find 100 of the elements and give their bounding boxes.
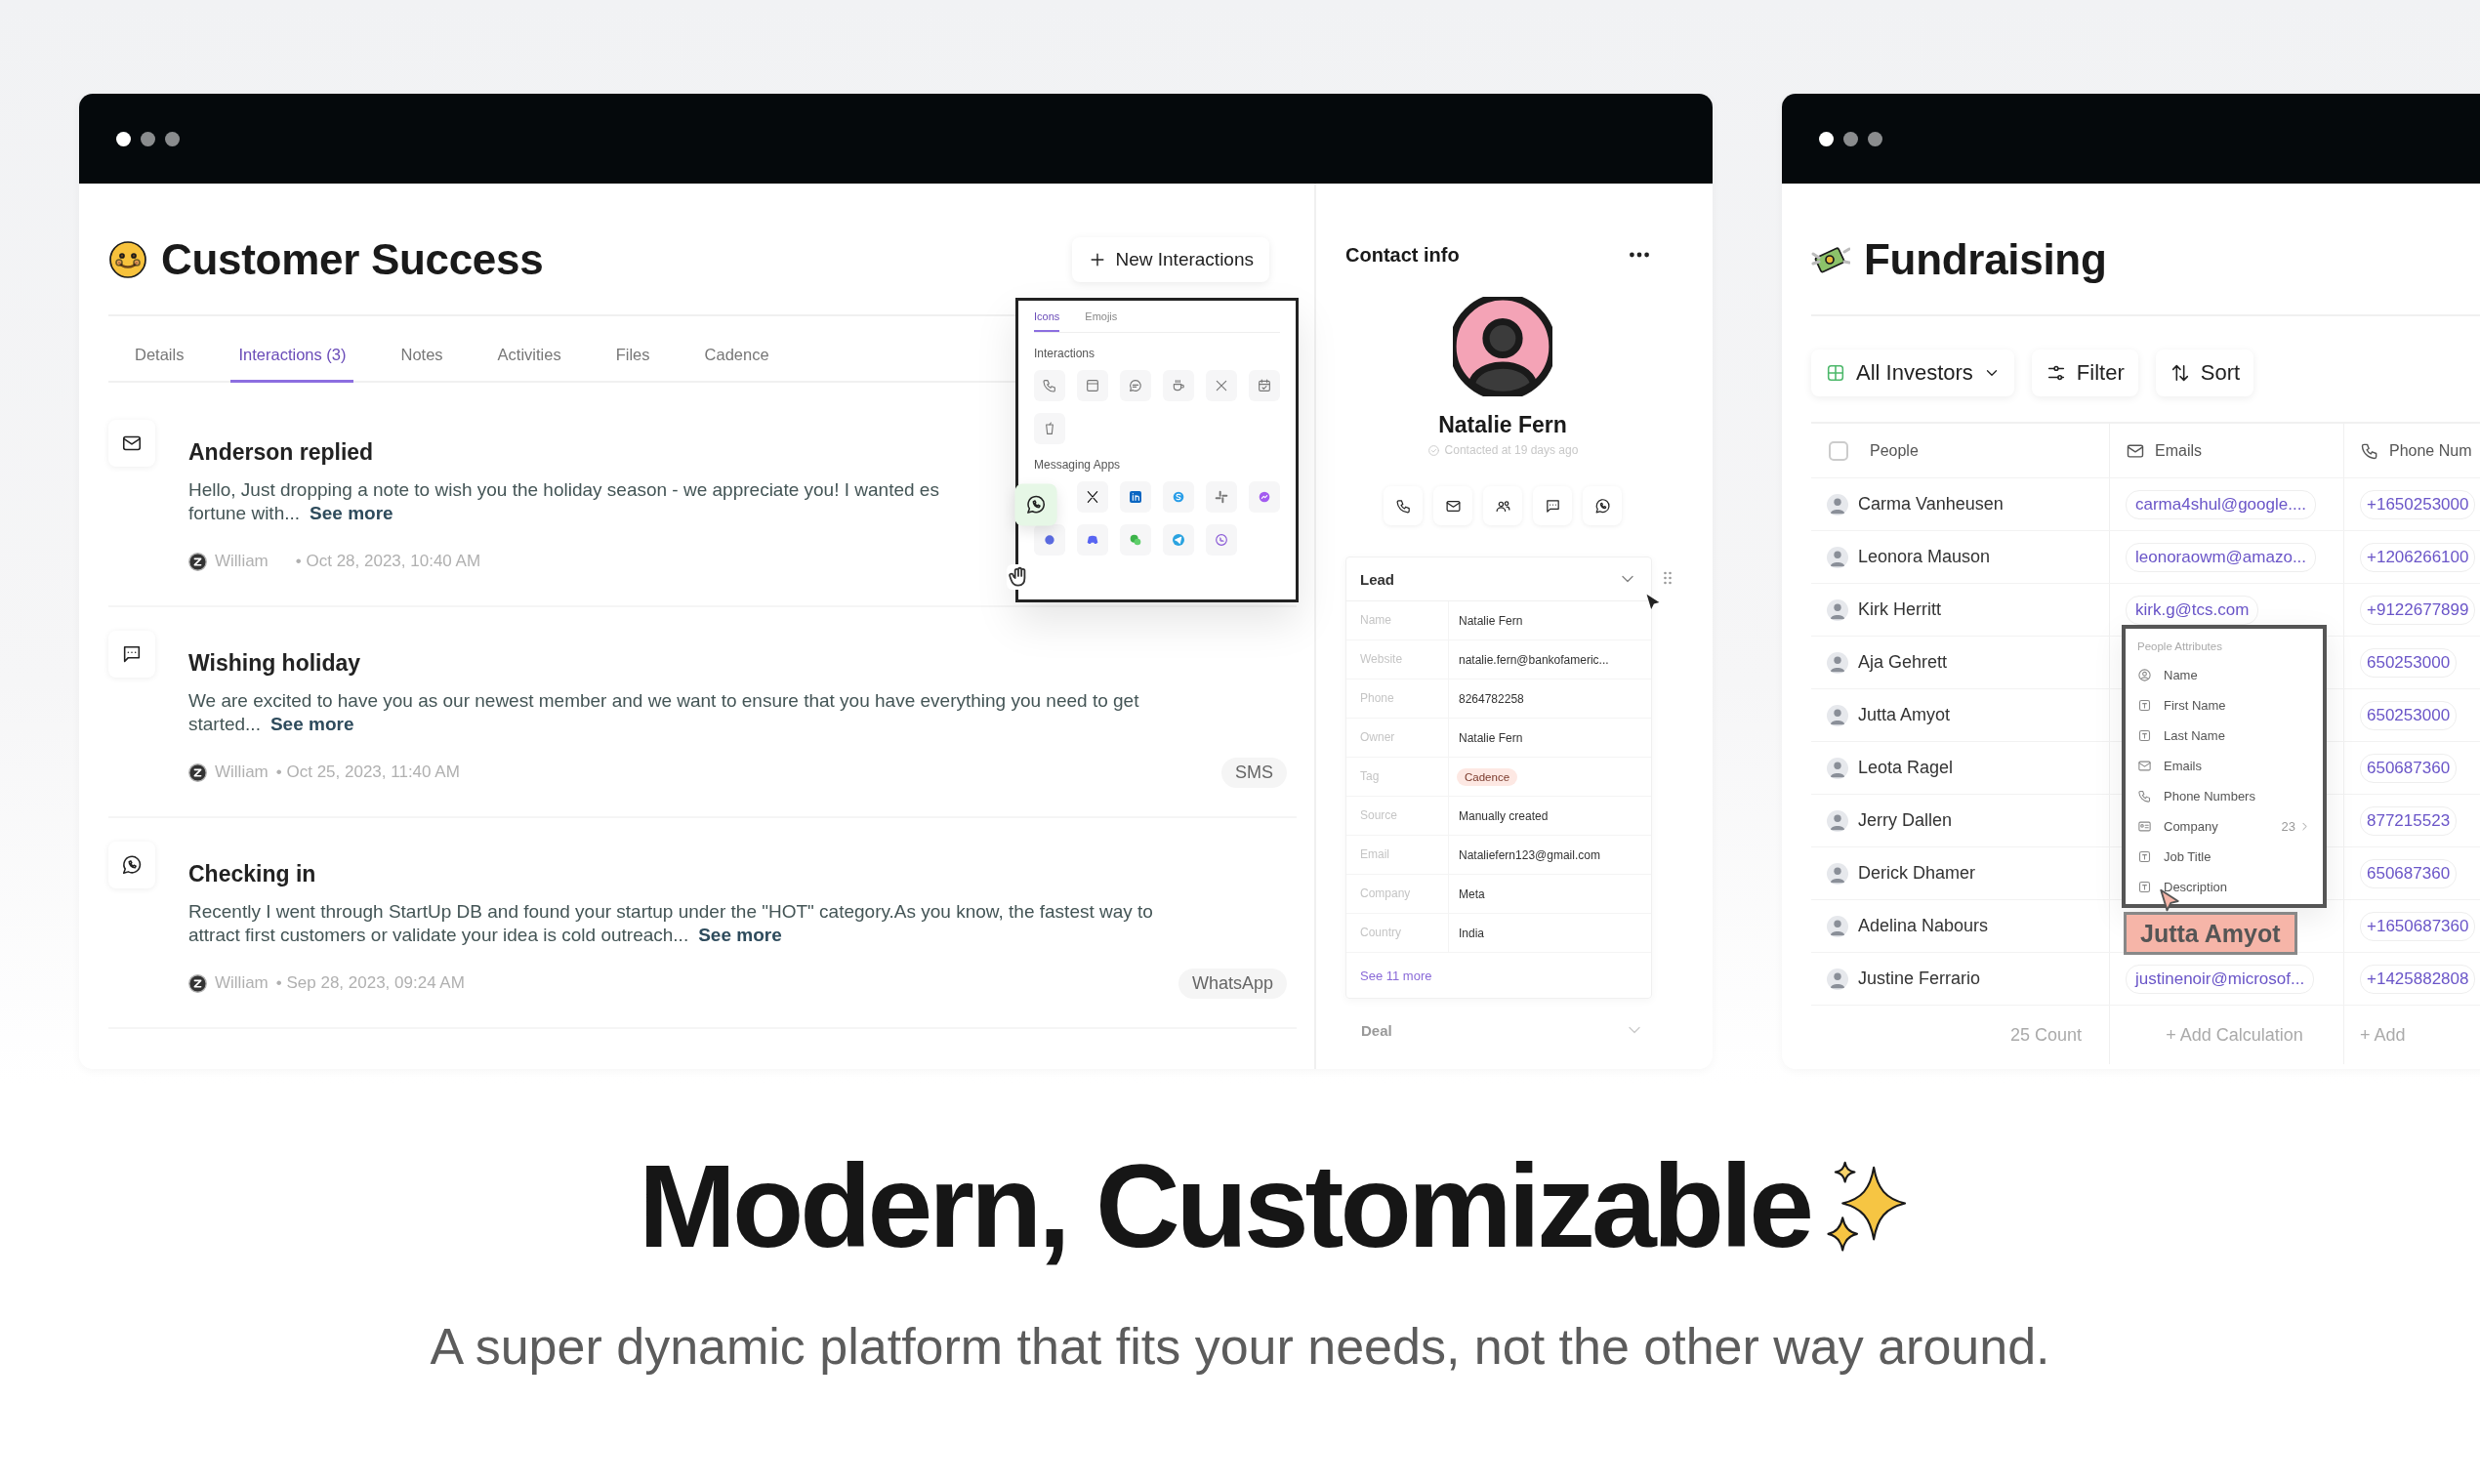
channel-badge: SMS: [1221, 757, 1287, 788]
card-title: Deal: [1361, 1021, 1392, 1039]
window-dot[interactable]: [165, 131, 180, 146]
phone-chip[interactable]: 650253000: [2360, 700, 2458, 730]
message-text: fortune with...: [188, 503, 301, 523]
menu-item[interactable]: Job Title: [2137, 842, 2311, 872]
calendar-icon[interactable]: [1249, 370, 1280, 401]
messenger-icon[interactable]: [1249, 481, 1280, 513]
tab[interactable]: Interactions (3): [230, 346, 354, 383]
viber-icon[interactable]: [1206, 524, 1237, 556]
window-dot[interactable]: [116, 131, 131, 146]
column-header: People: [1870, 441, 1919, 460]
avatar: [1827, 968, 1848, 990]
interaction-title: Wishing holiday: [188, 649, 361, 678]
window-dot[interactable]: [1843, 131, 1858, 146]
panel-title: Contact info: [1345, 243, 1460, 267]
card-title: Lead: [1360, 570, 1394, 588]
headline: Modern, Customizable: [638, 1139, 1811, 1273]
field-value: Natalie Fern: [1458, 613, 1524, 628]
checkbox[interactable]: [1829, 440, 1848, 461]
sort-button[interactable]: Sort: [2155, 350, 2254, 396]
avatar: [1827, 704, 1848, 726]
menu-item[interactable]: Description: [2137, 872, 2311, 902]
text-icon: [2137, 849, 2152, 864]
tab[interactable]: Activities: [489, 346, 569, 383]
section-label: Messaging Apps: [1034, 458, 1122, 472]
person-name: Jerry Dallen: [1858, 810, 1953, 831]
window-dot[interactable]: [141, 131, 155, 146]
email-chip[interactable]: justinenoir@microsof...: [2126, 964, 2315, 994]
phone-chip[interactable]: 650687360: [2360, 753, 2458, 783]
phone-icon[interactable]: [1034, 370, 1065, 401]
avatar: [1827, 598, 1848, 621]
field-label: Email: [1346, 836, 1449, 874]
window-dot[interactable]: [1868, 131, 1882, 146]
email-chip[interactable]: kirk.g@tcs.com: [2126, 595, 2259, 625]
glass-icon[interactable]: [1034, 413, 1065, 444]
x-logo-icon[interactable]: [1077, 481, 1108, 513]
author-avatar-icon: [188, 763, 207, 782]
picker-tab[interactable]: Icons: [1034, 310, 1060, 332]
tab[interactable]: Files: [607, 346, 658, 383]
interaction-title: Anderson replied: [188, 438, 374, 467]
window-dot[interactable]: [1819, 131, 1834, 146]
skype-icon[interactable]: [1163, 481, 1194, 513]
smiley-icon: [108, 240, 147, 279]
picker-tab[interactable]: Emojis: [1085, 310, 1118, 332]
see-more-link[interactable]: See more: [698, 925, 782, 945]
person-name: Kirk Herritt: [1858, 599, 1941, 620]
phone-chip[interactable]: +1425882808: [2360, 964, 2476, 994]
field-label: Country: [1346, 914, 1449, 952]
person-name: Carma Vanheusen: [1858, 494, 2004, 515]
discord-icon[interactable]: [1077, 524, 1108, 556]
interaction-title: Checking in: [188, 860, 316, 888]
phone-chip[interactable]: +9122677899: [2360, 595, 2476, 625]
filter-button[interactable]: Filter: [2031, 350, 2138, 396]
tab[interactable]: Cadence: [696, 346, 777, 383]
linkedin-icon[interactable]: [1120, 481, 1151, 513]
speech-bubble-icon[interactable]: [1120, 370, 1151, 401]
avatar: [1827, 546, 1848, 568]
phone-chip[interactable]: 650253000: [2360, 647, 2458, 678]
window-icon[interactable]: [1077, 370, 1108, 401]
menu-item[interactable]: First Name: [2137, 690, 2311, 721]
wechat-icon[interactable]: [1120, 524, 1151, 556]
whatsapp-icon[interactable]: [1014, 483, 1057, 526]
telegram-icon[interactable]: [1163, 524, 1194, 556]
author-name: William: [215, 973, 269, 993]
phone-chip[interactable]: +1650687360: [2360, 911, 2476, 941]
drag-label: Jutta Amyot: [2124, 912, 2297, 955]
view-dropdown[interactable]: All Investors: [1811, 350, 2014, 396]
menu-item[interactable]: Emails: [2137, 751, 2311, 781]
field-label: Owner: [1346, 719, 1449, 757]
column-header: Phone Num: [2389, 441, 2472, 460]
tab[interactable]: Details: [127, 346, 192, 383]
see-more-link[interactable]: See more: [269, 714, 354, 734]
menu-item[interactable]: Last Name: [2137, 721, 2311, 751]
phone-chip[interactable]: 650687360: [2360, 858, 2458, 888]
subtitle: A super dynamic platform that fits your needs, not the other way around.: [429, 1317, 2051, 1376]
person-icon: [2137, 668, 2152, 682]
menu-item[interactable]: Name: [2137, 660, 2311, 690]
field-value: natalie.fern@bankofameric...: [1458, 652, 1610, 667]
slack-icon[interactable]: [1206, 481, 1237, 513]
see-more-link[interactable]: See more: [310, 503, 393, 523]
tab[interactable]: Notes: [393, 346, 451, 383]
phone-chip[interactable]: +1650253000: [2360, 489, 2476, 519]
new-interactions-button[interactable]: New Interactions: [1072, 237, 1269, 282]
email-chip[interactable]: leonoraowm@amazo...: [2126, 542, 2317, 572]
column-header: Emails: [2155, 441, 2202, 460]
see-more-link[interactable]: See 11 more: [1360, 968, 1432, 983]
person-name: Jutta Amyot: [1858, 705, 1951, 725]
field-value: 8264782258: [1458, 691, 1525, 706]
menu-heading: People Attributes: [2137, 640, 2223, 652]
text-icon: [2137, 698, 2152, 713]
avatar: [1827, 862, 1848, 885]
menu-item[interactable]: Company 23: [2137, 811, 2311, 842]
email-chip[interactable]: carma4shul@google....: [2126, 489, 2317, 519]
field-label: Source: [1346, 797, 1449, 835]
menu-item[interactable]: Phone Numbers: [2137, 781, 2311, 811]
field-label: Name: [1346, 601, 1449, 639]
phone-chip[interactable]: 877215523: [2360, 805, 2458, 836]
cup-icon[interactable]: [1163, 370, 1194, 401]
phone-chip[interactable]: +1206266100: [2360, 542, 2476, 572]
